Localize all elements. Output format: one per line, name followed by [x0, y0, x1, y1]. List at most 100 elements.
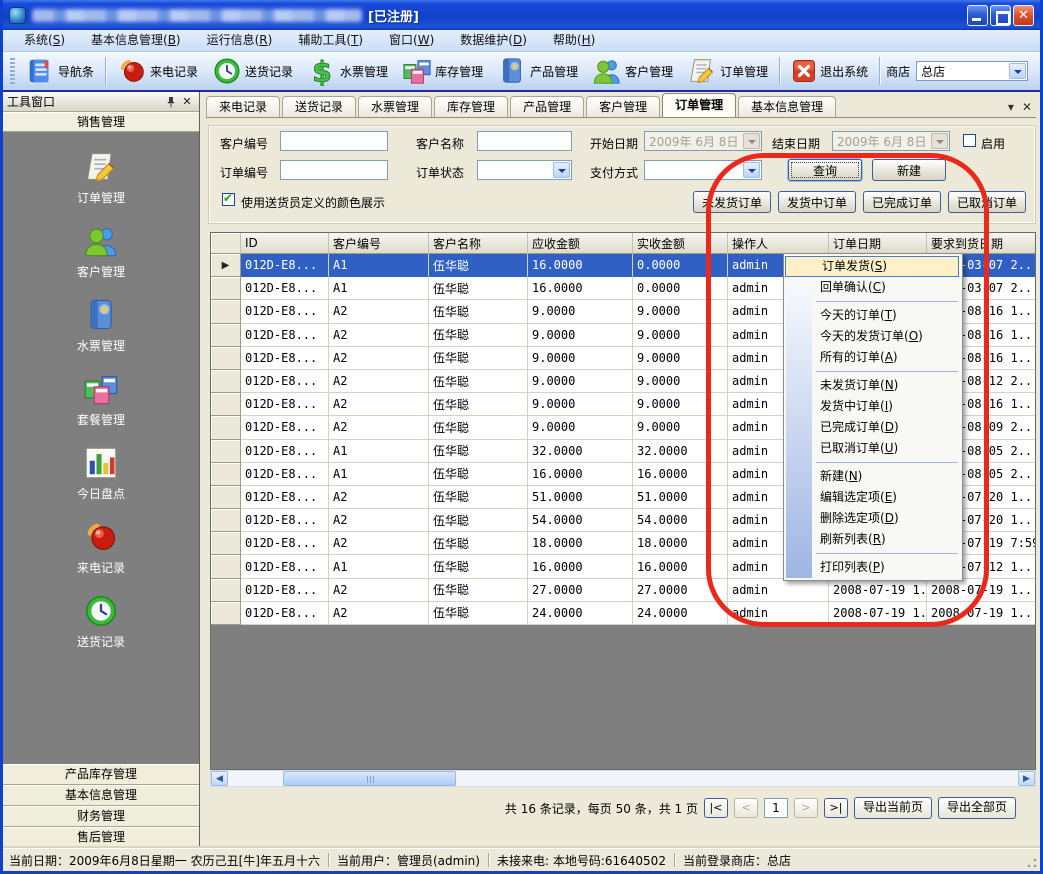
- table-row[interactable]: 012D-E8...A2伍华聪27.000027.0000admin2008-0…: [211, 579, 1035, 602]
- context-menu-item[interactable]: 未发货订单(N): [784, 375, 960, 396]
- sidebar-section-sales[interactable]: 销售管理: [3, 112, 199, 132]
- table-header-cell[interactable]: 应收金额: [528, 233, 633, 254]
- row-selector-cell[interactable]: [211, 440, 241, 463]
- sidebar-item-alarm[interactable]: 来电记录: [41, 519, 161, 576]
- context-menu-item[interactable]: 已完成订单(D): [784, 417, 960, 438]
- scroll-left-arrow-icon[interactable]: ◀: [211, 771, 228, 786]
- menubar-item[interactable]: 数据维护(D): [447, 30, 540, 51]
- tab-1[interactable]: 来电记录: [206, 96, 280, 117]
- tab-8[interactable]: 基本信息管理: [738, 96, 836, 117]
- toolbar-button-navbar[interactable]: 导航条: [18, 53, 101, 89]
- export-all-pages-button[interactable]: 导出全部页: [938, 797, 1016, 819]
- customer-no-input[interactable]: [280, 131, 388, 151]
- pay-method-select[interactable]: [644, 160, 762, 180]
- row-selector-cell[interactable]: [211, 509, 241, 532]
- menubar-item[interactable]: 辅助工具(T): [285, 30, 376, 51]
- order-status-filter-button[interactable]: 发货中订单: [778, 191, 856, 213]
- context-menu-item[interactable]: 编辑选定项(E): [784, 487, 960, 508]
- context-menu-item[interactable]: 订单发货(S): [785, 256, 959, 277]
- tool-window-close-icon[interactable]: ✕: [179, 94, 195, 110]
- row-selector-cell[interactable]: [211, 579, 241, 602]
- context-menu-item[interactable]: 今天的订单(T): [784, 305, 960, 326]
- toolbar-button-clock[interactable]: 送货记录: [205, 53, 300, 89]
- table-header-cell[interactable]: 实收金额: [633, 233, 728, 254]
- tab-5[interactable]: 产品管理: [510, 96, 584, 117]
- menubar-item[interactable]: 运行信息(R): [194, 30, 286, 51]
- context-menu-item[interactable]: 刷新列表(R): [784, 529, 960, 550]
- horizontal-scrollbar[interactable]: ◀ ▶: [210, 770, 1036, 787]
- row-selector-cell[interactable]: [211, 416, 241, 439]
- sidebar-item-order[interactable]: 订单管理: [41, 149, 161, 206]
- table-row[interactable]: 012D-E8...A2伍华聪24.000024.0000admin2008-0…: [211, 602, 1035, 625]
- row-selector-cell[interactable]: [211, 602, 241, 625]
- color-checkbox[interactable]: [222, 193, 235, 206]
- context-menu-item[interactable]: 删除选定项(D): [784, 508, 960, 529]
- menubar-item[interactable]: 系统(S): [11, 30, 78, 51]
- toolbar-button-exit[interactable]: 退出系统: [784, 55, 875, 87]
- table-header-cell[interactable]: [211, 233, 241, 254]
- customer-name-input[interactable]: [477, 131, 572, 151]
- tab-3[interactable]: 水票管理: [358, 96, 432, 117]
- sidebar-section-header[interactable]: 财务管理: [3, 806, 199, 827]
- row-selector-cell[interactable]: [211, 324, 241, 347]
- sidebar-item-book[interactable]: 水票管理: [41, 297, 161, 354]
- menubar-item[interactable]: 窗口(W): [376, 30, 447, 51]
- minimize-button[interactable]: [967, 5, 988, 26]
- tab-6[interactable]: 客户管理: [586, 96, 660, 117]
- row-selector-cell[interactable]: [211, 486, 241, 509]
- context-menu-item[interactable]: 今天的发货订单(O): [784, 326, 960, 347]
- row-selector-cell[interactable]: [211, 555, 241, 578]
- query-button[interactable]: 查询: [788, 159, 862, 181]
- row-selector-cell[interactable]: [211, 532, 241, 555]
- row-selector-cell[interactable]: [211, 463, 241, 486]
- table-header-cell[interactable]: 订单日期: [829, 233, 927, 254]
- context-menu-item[interactable]: 已取消订单(U): [784, 438, 960, 459]
- order-status-filter-button[interactable]: 已取消订单: [948, 191, 1026, 213]
- menubar-item[interactable]: 基本信息管理(B): [78, 30, 194, 51]
- order-status-filter-button[interactable]: 未发货订单: [693, 191, 771, 213]
- context-menu-item[interactable]: 所有的订单(A): [784, 347, 960, 368]
- table-header-cell[interactable]: 操作人: [728, 233, 829, 254]
- last-page-button[interactable]: >|: [824, 798, 848, 818]
- pin-icon[interactable]: [163, 94, 179, 110]
- menubar-item[interactable]: 帮助(H): [540, 30, 608, 51]
- tab-7[interactable]: 订单管理: [662, 93, 736, 117]
- table-header-cell[interactable]: ID: [241, 233, 329, 254]
- row-selector-cell[interactable]: [211, 300, 241, 323]
- row-selector-cell[interactable]: [211, 347, 241, 370]
- table-header-cell[interactable]: 要求到货日期: [927, 233, 1036, 254]
- row-selector-cell[interactable]: [211, 370, 241, 393]
- shop-select[interactable]: 总店: [916, 61, 1028, 81]
- export-current-page-button[interactable]: 导出当前页: [854, 797, 932, 819]
- sidebar-section-header[interactable]: 产品库存管理: [3, 764, 199, 785]
- sidebar-item-clock[interactable]: 送货记录: [41, 593, 161, 650]
- order-status-filter-button[interactable]: 已完成订单: [863, 191, 941, 213]
- toolbar-button-grid[interactable]: 库存管理: [395, 53, 490, 89]
- first-page-button[interactable]: |<: [704, 798, 728, 818]
- row-selector-cell[interactable]: [211, 277, 241, 300]
- enable-checkbox[interactable]: [963, 134, 976, 147]
- sidebar-item-grid[interactable]: 套餐管理: [41, 371, 161, 428]
- toolbar-button-order[interactable]: 订单管理: [680, 53, 775, 89]
- tab-close-icon[interactable]: ✕: [1022, 98, 1032, 116]
- close-button[interactable]: ✕: [1013, 5, 1034, 26]
- table-header-cell[interactable]: 客户名称: [429, 233, 528, 254]
- sidebar-section-header[interactable]: 售后管理: [3, 827, 199, 848]
- scroll-right-arrow-icon[interactable]: ▶: [1018, 771, 1035, 786]
- context-menu-item[interactable]: 新建(N): [784, 466, 960, 487]
- sidebar-section-header[interactable]: 基本信息管理: [3, 785, 199, 806]
- tab-2[interactable]: 送货记录: [282, 96, 356, 117]
- toolbar-button-people[interactable]: 客户管理: [585, 53, 680, 89]
- table-header-cell[interactable]: 客户编号: [329, 233, 429, 254]
- toolbar-button-book[interactable]: 产品管理: [490, 53, 585, 89]
- sidebar-item-people[interactable]: 客户管理: [41, 223, 161, 280]
- row-selector-cell[interactable]: ▶: [211, 254, 241, 277]
- maximize-button[interactable]: [990, 5, 1011, 26]
- order-status-select[interactable]: [477, 160, 572, 180]
- toolbar-button-dollar[interactable]: $水票管理: [300, 53, 395, 89]
- toolbar-button-alarm[interactable]: 来电记录: [110, 53, 205, 89]
- tab-4[interactable]: 库存管理: [434, 96, 508, 117]
- context-menu-item[interactable]: 发货中订单(I): [784, 396, 960, 417]
- sidebar-item-chart[interactable]: 今日盘点: [41, 445, 161, 502]
- context-menu-item[interactable]: 回单确认(C): [784, 277, 960, 298]
